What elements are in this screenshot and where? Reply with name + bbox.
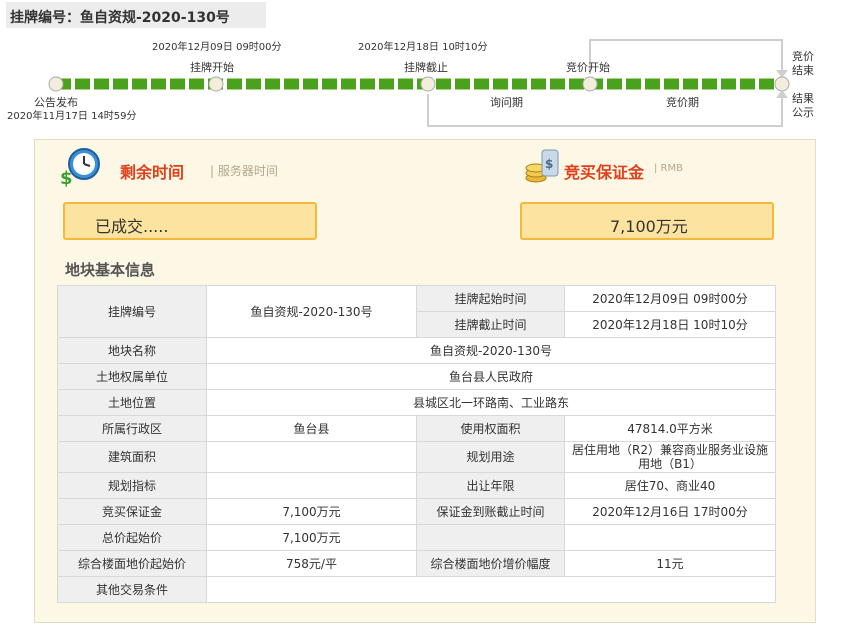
planned-use-label: 规划用途 xyxy=(416,441,565,473)
increment-value: 11元 xyxy=(564,550,776,577)
bid-start-label: 竞价开始 xyxy=(566,61,610,74)
server-time-label: | 服务器时间 xyxy=(210,164,278,178)
empty-value-cell xyxy=(564,524,776,551)
table-deposit-label: 竞买保证金 xyxy=(57,498,207,525)
listing-no-value: 鱼自资规-2020-130号 xyxy=(206,285,417,338)
money-icon: $ xyxy=(525,149,559,183)
owner-label: 土地权属单位 xyxy=(57,363,207,390)
other-value xyxy=(206,576,776,603)
node-announce xyxy=(48,76,64,92)
deposit-deadline-label: 保证金到账截止时间 xyxy=(416,498,565,525)
parcel-name-value: 鱼自资规-2020-130号 xyxy=(206,337,776,364)
lease-years-value: 居住70、商业40 xyxy=(564,472,776,499)
use-area-label: 使用权面积 xyxy=(416,415,565,442)
title-bar: 挂牌编号：鱼自资规-2020-130号 xyxy=(6,2,266,28)
lease-years-label: 出让年限 xyxy=(416,472,565,499)
deposit-value: 7,100万元 xyxy=(610,217,688,236)
table-row: 建筑面积 规划用途 居住用地（R2）兼容商业服务业设施用地（B1） xyxy=(57,441,776,473)
node-bid-start xyxy=(582,76,598,92)
planning-index-value xyxy=(206,472,417,499)
building-area-label: 建筑面积 xyxy=(57,441,207,473)
inquiry-period-label: 询问期 xyxy=(490,96,523,109)
svg-text:$: $ xyxy=(545,157,553,171)
table-row: 土地权属单位 鱼台县人民政府 xyxy=(57,363,776,390)
table-row: 综合楼面地价起始价 758元/平 综合楼面地价增价幅度 11元 xyxy=(57,550,776,577)
start-price-label: 总价起始价 xyxy=(57,524,207,551)
listing-end-time: 2020年12月18日 10时10分 xyxy=(358,42,488,53)
listing-no-label: 挂牌编号 xyxy=(57,285,207,338)
owner-value: 鱼台县人民政府 xyxy=(206,363,776,390)
other-label: 其他交易条件 xyxy=(57,576,207,603)
status-box: 已成交..... xyxy=(63,202,317,240)
end-time-value: 2020年12月18日 10时10分 xyxy=(564,311,776,338)
clock-icon: $ xyxy=(60,148,100,188)
location-label: 土地位置 xyxy=(57,389,207,416)
page-title: 挂牌编号：鱼自资规-2020-130号 xyxy=(10,10,230,26)
deposit-label: 竞买保证金 xyxy=(564,163,645,182)
table-row: 挂牌编号 鱼自资规-2020-130号 挂牌起始时间 2020年12月09日 0… xyxy=(57,285,776,338)
listing-start-label: 挂牌开始 xyxy=(190,61,234,74)
deposit-unit: | RMB xyxy=(654,163,683,174)
table-row: 土地位置 县城区北一环路南、工业路东 xyxy=(57,389,776,416)
table-row: 所属行政区 鱼台县 使用权面积 47814.0平方米 xyxy=(57,415,776,442)
parcel-name-label: 地块名称 xyxy=(57,337,207,364)
parcel-info-table: 挂牌编号 鱼自资规-2020-130号 挂牌起始时间 2020年12月09日 0… xyxy=(57,285,776,603)
listing-start-time: 2020年12月09日 09时00分 xyxy=(152,42,282,53)
building-area-value xyxy=(206,441,417,473)
district-label: 所属行政区 xyxy=(57,415,207,442)
location-value: 县城区北一环路南、工业路东 xyxy=(206,389,776,416)
bid-end-label: 竞价结束 xyxy=(792,50,814,77)
start-time-label: 挂牌起始时间 xyxy=(416,285,565,312)
table-row: 总价起始价 7,100万元 xyxy=(57,524,776,551)
start-time-value: 2020年12月09日 09时00分 xyxy=(564,285,776,312)
node-listing-start xyxy=(208,76,224,92)
empty-label-cell xyxy=(416,524,565,551)
node-end xyxy=(774,76,790,92)
end-time-label: 挂牌截止时间 xyxy=(416,311,565,338)
section-title: 地块基本信息 xyxy=(65,261,156,279)
remaining-time-label: 剩余时间 xyxy=(120,163,185,182)
start-price-value: 7,100万元 xyxy=(206,524,417,551)
bid-bracket xyxy=(589,39,783,74)
node-listing-end xyxy=(420,76,436,92)
result-bracket xyxy=(427,94,783,127)
result-label: 结果公示 xyxy=(792,92,814,119)
planned-use-value: 居住用地（R2）兼容商业服务业设施用地（B1） xyxy=(564,441,776,473)
bid-period-label: 竞价期 xyxy=(666,96,699,109)
use-area-value: 47814.0平方米 xyxy=(564,415,776,442)
table-row: 其他交易条件 xyxy=(57,576,776,603)
floor-price-label: 综合楼面地价起始价 xyxy=(57,550,207,577)
planning-index-label: 规划指标 xyxy=(57,472,207,499)
svg-text:$: $ xyxy=(60,168,73,188)
status-value: 已成交..... xyxy=(95,217,169,236)
table-deposit-value: 7,100万元 xyxy=(206,498,417,525)
deposit-deadline-value: 2020年12月16日 17时00分 xyxy=(564,498,776,525)
announce-time: 2020年11月17日 14时59分 xyxy=(7,111,137,122)
listing-end-label: 挂牌截止 xyxy=(404,61,448,74)
deposit-box: 7,100万元 xyxy=(520,202,774,240)
district-value: 鱼台县 xyxy=(206,415,417,442)
table-row: 竞买保证金 7,100万元 保证金到账截止时间 2020年12月16日 17时0… xyxy=(57,498,776,525)
floor-price-value: 758元/平 xyxy=(206,550,417,577)
table-row: 地块名称 鱼自资规-2020-130号 xyxy=(57,337,776,364)
table-row: 规划指标 出让年限 居住70、商业40 xyxy=(57,472,776,499)
increment-label: 综合楼面地价增价幅度 xyxy=(416,550,565,577)
